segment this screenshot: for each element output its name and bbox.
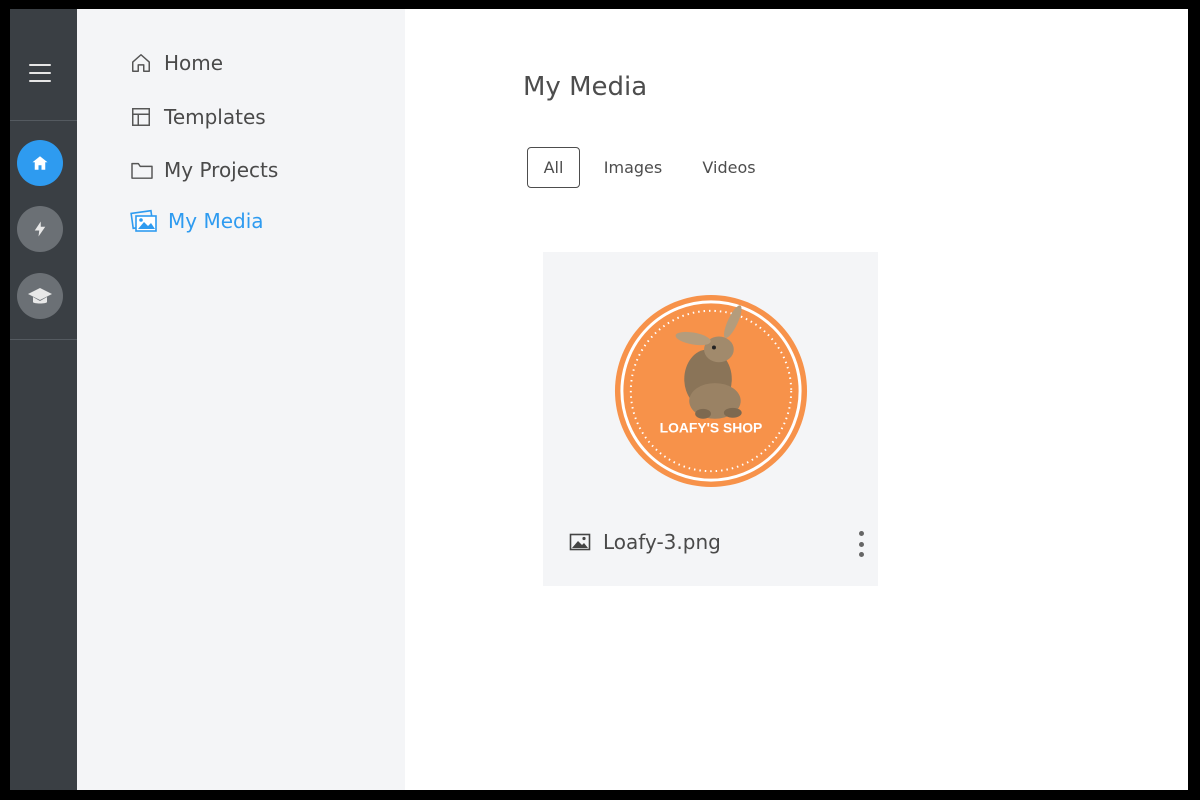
home-icon: [32, 156, 48, 170]
folder-icon: [130, 158, 154, 182]
sidebar-item-templates[interactable]: Templates: [130, 105, 266, 129]
sidebar-item-label: Templates: [164, 105, 266, 129]
tab-label: All: [543, 158, 564, 177]
sidebar-item-my-projects[interactable]: My Projects: [130, 158, 278, 182]
sidebar-item-home[interactable]: Home: [130, 51, 223, 75]
sidebar-item-label: Home: [164, 51, 224, 75]
rail-learn-button[interactable]: [17, 273, 63, 319]
sidebar-nav: Home Templates My Projects My Media: [77, 9, 405, 790]
media-thumbnail: LOAFY'S SHOP: [614, 294, 808, 488]
lightning-icon: [34, 221, 46, 237]
image-icon: [569, 532, 591, 552]
rail-lightning-button[interactable]: [17, 206, 63, 252]
media-card-footer: Loafy-3.png: [569, 530, 721, 554]
more-options-icon[interactable]: [854, 528, 868, 560]
sidebar-item-label: My Projects: [164, 158, 279, 182]
page-title: My Media: [523, 72, 648, 102]
sidebar-item-label: My Media: [168, 209, 264, 233]
rail-home-button[interactable]: [17, 140, 63, 186]
tab-videos[interactable]: Videos: [689, 147, 769, 188]
sidebar-item-my-media[interactable]: My Media: [130, 209, 264, 233]
hamburger-menu-icon[interactable]: [29, 64, 51, 82]
templates-icon: [130, 105, 154, 129]
rail-divider: [10, 120, 77, 121]
media-file-name: Loafy-3.png: [603, 530, 721, 554]
graduation-cap-icon: [28, 288, 52, 304]
rail-divider: [10, 339, 77, 340]
thumbnail-logo-text: LOAFY'S SHOP: [660, 420, 763, 436]
app-window: Home Templates My Projects My Media My M…: [10, 9, 1188, 790]
tab-label: Images: [603, 158, 663, 177]
tab-label: Videos: [702, 158, 756, 177]
main-content: My Media All Images Videos LOAFY'S SHOP …: [405, 9, 1188, 790]
tab-all[interactable]: All: [527, 147, 580, 188]
media-card[interactable]: LOAFY'S SHOP Loafy-3.png: [543, 252, 878, 586]
home-icon: [130, 51, 154, 75]
icon-rail: [10, 9, 77, 790]
media-icon: [130, 209, 158, 233]
tab-images[interactable]: Images: [595, 147, 671, 188]
